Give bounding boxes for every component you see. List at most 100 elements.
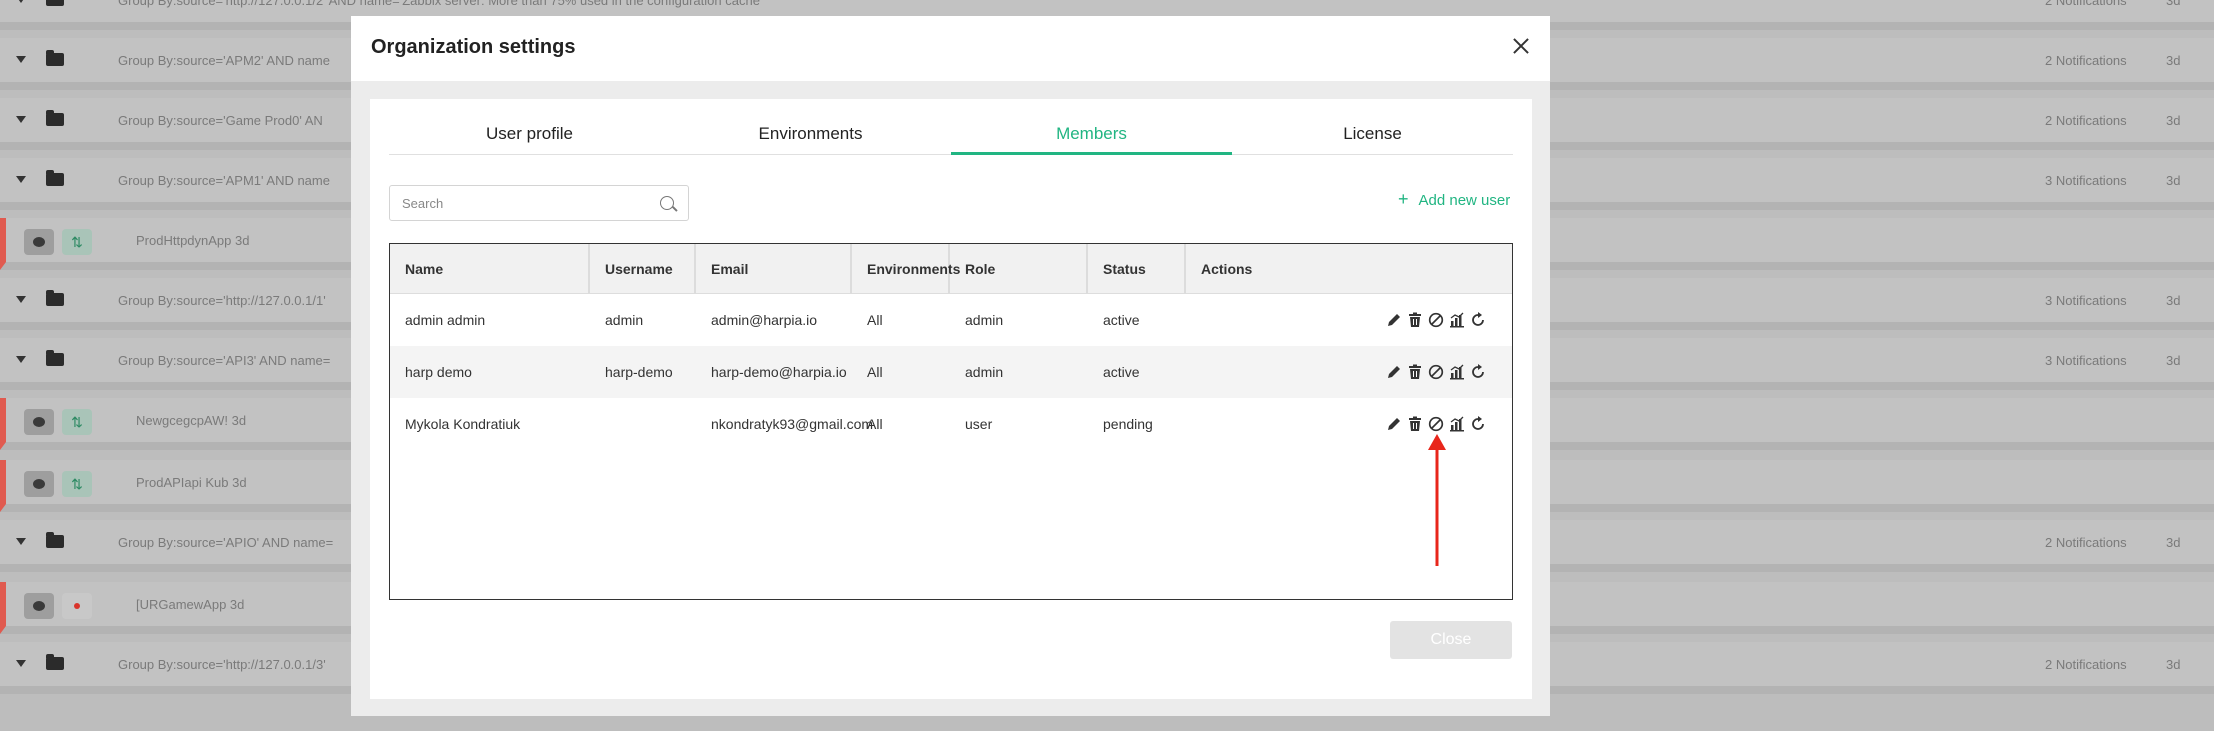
tab-license[interactable]: License xyxy=(1232,113,1513,155)
user-stats-button[interactable] xyxy=(1449,312,1465,328)
column-header-status[interactable]: Status xyxy=(1088,244,1186,294)
folder-icon xyxy=(46,290,64,306)
pencil-icon xyxy=(1386,312,1402,328)
group-row-text: Group By:source='http://127.0.0.1/3' xyxy=(118,657,326,672)
cell-status: active xyxy=(1103,312,1140,328)
block-icon xyxy=(1428,416,1444,432)
user-stats-button[interactable] xyxy=(1449,364,1465,380)
status-icon[interactable]: ⇅ xyxy=(62,229,92,255)
cell-name: Mykola Kondratiuk xyxy=(405,416,521,432)
settings-tabs: User profile Environments Members Licens… xyxy=(389,113,1513,155)
chevron-down-icon[interactable] xyxy=(16,56,26,63)
cell-email: harp-demo@harpia.io xyxy=(711,364,847,380)
folder-icon xyxy=(46,350,64,366)
block-icon xyxy=(1428,364,1444,380)
search-box xyxy=(389,185,689,221)
annotation-arrow-icon xyxy=(1428,434,1446,566)
chart-icon xyxy=(1449,364,1465,380)
folder-icon xyxy=(46,170,64,186)
tab-members[interactable]: Members xyxy=(951,113,1232,155)
chevron-down-icon[interactable] xyxy=(16,296,26,303)
add-new-user-button[interactable]: + Add new user xyxy=(1398,189,1510,210)
reset-user-button[interactable] xyxy=(1470,312,1486,328)
cell-status: pending xyxy=(1103,416,1153,432)
trash-icon xyxy=(1407,416,1423,432)
tab-user-profile[interactable]: User profile xyxy=(389,113,670,155)
reset-user-button[interactable] xyxy=(1470,364,1486,380)
status-icon[interactable]: ⇅ xyxy=(62,471,92,497)
block-user-button[interactable] xyxy=(1428,312,1444,328)
notification-count: 2 Notifications xyxy=(2045,113,2127,128)
reset-user-button[interactable] xyxy=(1470,416,1486,432)
column-header-role[interactable]: Role xyxy=(950,244,1088,294)
chevron-down-icon[interactable] xyxy=(16,176,26,183)
table-row: harp demo harp-demo harp-demo@harpia.io All… xyxy=(390,346,1512,398)
eye-icon[interactable] xyxy=(24,593,54,619)
status-icon[interactable] xyxy=(62,593,92,619)
folder-icon xyxy=(46,654,64,670)
cell-environments: All xyxy=(867,364,883,380)
row-age: 3d xyxy=(2166,53,2181,68)
folder-icon xyxy=(46,50,64,66)
edit-user-button[interactable] xyxy=(1386,312,1402,328)
search-input[interactable] xyxy=(390,186,650,220)
chevron-down-icon[interactable] xyxy=(16,660,26,667)
cell-environments: All xyxy=(867,416,883,432)
chart-icon xyxy=(1449,312,1465,328)
modal-title: Organization settings xyxy=(371,36,576,58)
close-button[interactable]: Close xyxy=(1390,621,1512,659)
app-row-text: [URGamewApp 3d xyxy=(136,597,245,612)
app-row-text: ProdAPIapi Kub 3d xyxy=(136,475,247,490)
members-table: Name Username Email Environments Role St… xyxy=(389,243,1513,600)
chevron-down-icon[interactable] xyxy=(16,0,26,3)
chevron-down-icon[interactable] xyxy=(16,356,26,363)
row-age: 3d xyxy=(2166,0,2181,8)
column-header-actions: Actions xyxy=(1201,261,1253,277)
chevron-down-icon[interactable] xyxy=(16,538,26,545)
modal-body: User profile Environments Members Licens… xyxy=(370,99,1532,699)
block-user-button[interactable] xyxy=(1428,364,1444,380)
group-row-text: Group By:source='APIO' AND name= xyxy=(118,535,334,550)
status-icon[interactable]: ⇅ xyxy=(62,409,92,435)
folder-icon xyxy=(46,0,64,6)
modal-header: Organization settings xyxy=(351,16,1550,81)
pencil-icon xyxy=(1386,364,1402,380)
delete-user-button[interactable] xyxy=(1407,312,1423,328)
cell-username: admin xyxy=(605,312,644,328)
tab-environments[interactable]: Environments xyxy=(670,113,951,155)
cell-status: active xyxy=(1103,364,1140,380)
user-stats-button[interactable] xyxy=(1449,416,1465,432)
column-header-email[interactable]: Email xyxy=(696,244,852,294)
refresh-icon xyxy=(1470,364,1486,380)
edit-user-button[interactable] xyxy=(1386,364,1402,380)
notification-count: 3 Notifications xyxy=(2045,173,2127,188)
row-age: 3d xyxy=(2166,353,2181,368)
cell-environments: All xyxy=(867,312,883,328)
chevron-down-icon[interactable] xyxy=(16,116,26,123)
trash-icon xyxy=(1407,312,1423,328)
group-row-text: Group By:source='APM1' AND name xyxy=(118,173,330,188)
column-header-username[interactable]: Username xyxy=(590,244,696,294)
column-header-environments[interactable]: Environments xyxy=(852,244,960,294)
eye-icon[interactable] xyxy=(24,471,54,497)
block-user-button[interactable] xyxy=(1428,416,1444,432)
search-icon[interactable] xyxy=(660,196,674,210)
column-header-name[interactable]: Name xyxy=(390,244,590,294)
eye-icon[interactable] xyxy=(24,229,54,255)
delete-user-button[interactable] xyxy=(1407,364,1423,380)
table-row: Mykola Kondratiuk nkondratyk93@gmail.com A… xyxy=(390,398,1512,450)
eye-icon[interactable] xyxy=(24,409,54,435)
notification-count: 2 Notifications xyxy=(2045,53,2127,68)
table-row: admin admin admin admin@harpia.io All admin a… xyxy=(390,294,1512,346)
folder-icon xyxy=(46,532,64,548)
cell-role: admin xyxy=(965,364,1004,380)
cell-name: admin admin xyxy=(405,312,486,328)
cell-username: harp-demo xyxy=(605,364,673,380)
delete-user-button[interactable] xyxy=(1407,416,1423,432)
group-row-text: Group By:source='http://127.0.0.1/2' AND… xyxy=(118,0,763,8)
block-icon xyxy=(1428,312,1444,328)
notification-count: 3 Notifications xyxy=(2045,293,2127,308)
close-icon[interactable] xyxy=(1509,34,1533,58)
app-row-text: NewgcegcpAW! 3d xyxy=(136,413,247,428)
edit-user-button[interactable] xyxy=(1386,416,1402,432)
